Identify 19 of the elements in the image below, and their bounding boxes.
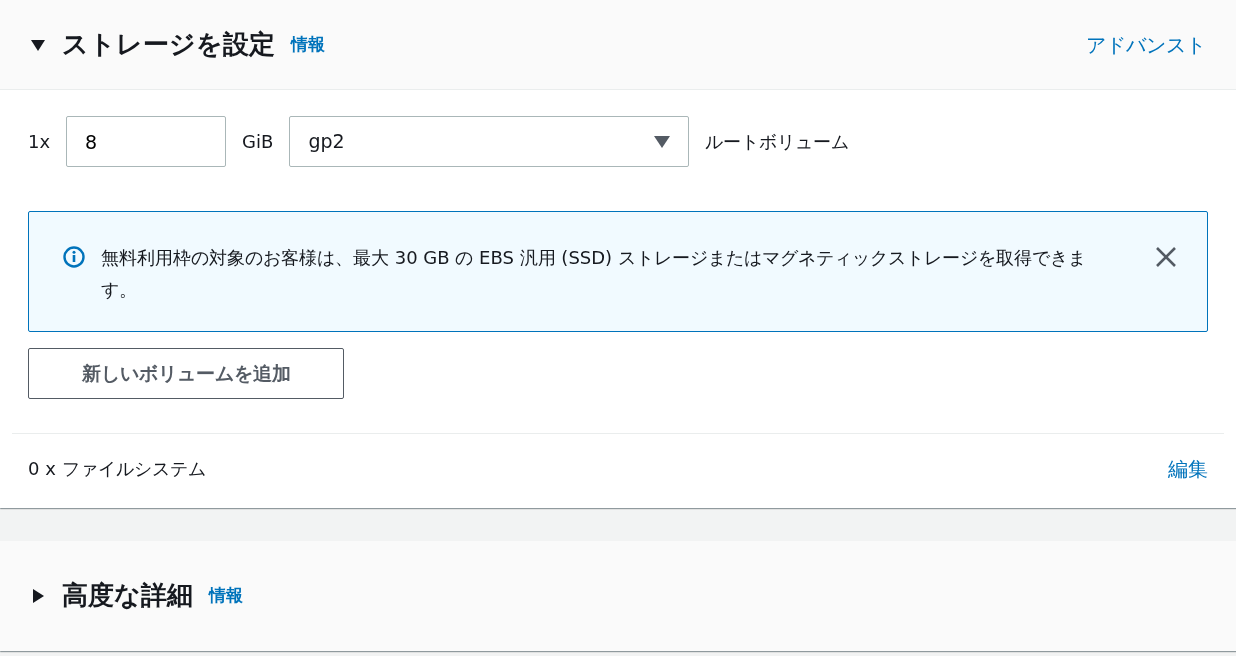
info-icon	[63, 246, 85, 268]
size-input[interactable]: 8	[66, 116, 227, 167]
info-link[interactable]: 情報	[291, 31, 325, 58]
section-title: ストレージを設定	[62, 28, 275, 61]
volume-label: ルートボリューム	[705, 130, 850, 154]
caret-down-icon	[654, 135, 671, 148]
unit-label: GiB	[242, 130, 274, 154]
edit-link[interactable]: 編集	[1168, 453, 1208, 484]
add-volume-button[interactable]: 新しいボリュームを追加	[28, 347, 344, 399]
caret-icon[interactable]	[30, 37, 46, 52]
volume-count: 1x	[28, 130, 51, 154]
info-link[interactable]: 情報	[209, 583, 243, 609]
advanced-link[interactable]: アドバンスト	[1086, 29, 1206, 60]
section-title: 高度な詳細	[62, 579, 193, 613]
file-systems-text: 0 x ファイルシステム	[28, 457, 206, 482]
volume-type-select[interactable]: gp2	[289, 116, 690, 167]
caret-icon[interactable]	[30, 588, 46, 603]
close-icon[interactable]	[1155, 246, 1177, 268]
alert-message: 無料利用枠の対象のお客様は、最大 30 GB の EBS 汎用 (SSD) ストレージまたはマグネティックストレージを取得できます。	[101, 246, 1087, 303]
